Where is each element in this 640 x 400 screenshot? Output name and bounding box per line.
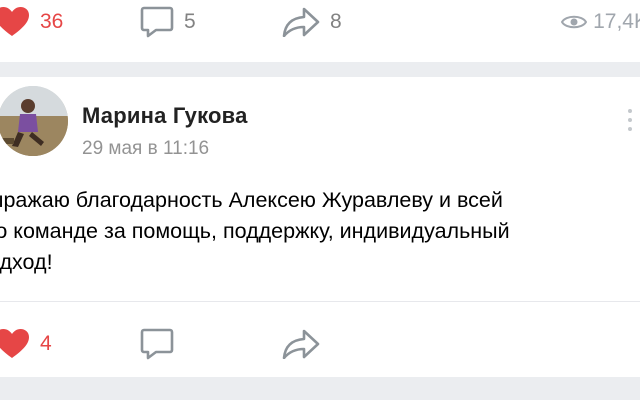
previous-post-actions: 36 5 8 17,4K [0,2,640,42]
like-count: 36 [40,10,64,33]
views-counter: 17,4K [561,2,640,42]
post-text: ыражаю благодарность Алексею Журавлеву и… [0,185,640,278]
share-arrow-icon [282,7,320,37]
previous-post-card: 36 5 8 17,4K [0,0,640,62]
share-count: 8 [330,10,342,33]
heart-icon [0,329,29,358]
like-button[interactable]: 4 [0,324,52,364]
share-button[interactable]: 8 [282,2,342,42]
post-card: Марина Гукова 29 мая в 11:16 ыражаю благ… [0,77,640,377]
heart-icon [0,7,29,36]
avatar[interactable] [0,86,68,156]
comment-count: 5 [184,10,196,33]
like-button[interactable]: 36 [0,2,63,42]
more-vertical-icon[interactable] [628,109,636,136]
divider [0,301,640,302]
eye-icon [561,15,588,29]
comment-bubble-icon [140,328,174,360]
comment-button[interactable]: 5 [140,2,196,42]
view-count: 17,4K [593,10,640,33]
comment-button[interactable] [140,324,174,364]
post-text-line: ыражаю благодарность Алексею Журавлеву и… [0,188,503,212]
post-actions: 4 [0,324,640,364]
comment-bubble-icon [140,6,174,38]
avatar-photo [0,86,68,156]
share-arrow-icon [282,329,320,359]
author-name[interactable]: Марина Гукова [82,103,248,129]
like-count: 4 [40,332,52,355]
post-text-line: го команде за помощь, поддержку, индивид… [0,219,510,243]
post-text-line: одход! [0,250,53,274]
post-date[interactable]: 29 мая в 11:16 [82,138,209,160]
share-button[interactable] [282,324,320,364]
